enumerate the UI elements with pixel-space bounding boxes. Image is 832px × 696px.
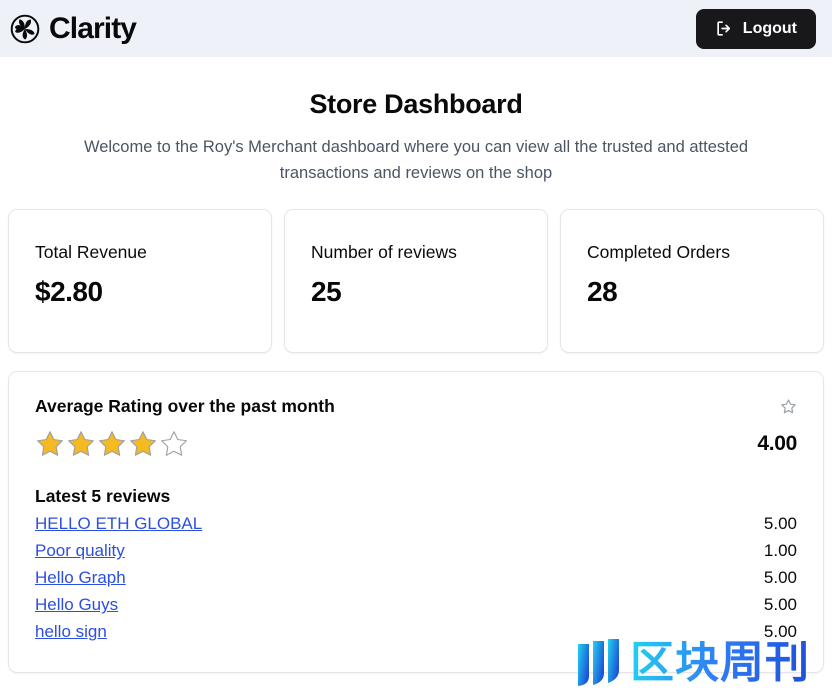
- logout-button[interactable]: Logout: [695, 8, 816, 49]
- average-rating-value: 4.00: [757, 432, 797, 456]
- star-filled-icon: [68, 431, 94, 456]
- review-score: 5.00: [763, 514, 797, 534]
- review-score: 1.00: [763, 541, 797, 561]
- review-score: 5.00: [763, 622, 797, 642]
- brand-name: Clarity: [49, 11, 137, 45]
- star-rating: [35, 429, 189, 459]
- review-link[interactable]: HELLO ETH GLOBAL: [35, 514, 202, 534]
- page-heading: Store Dashboard Welcome to the Roy's Mer…: [0, 57, 832, 186]
- stat-value: 25: [311, 276, 342, 308]
- review-link[interactable]: Poor quality: [35, 541, 125, 561]
- rating-panel: Average Rating over the past month 4.00 …: [8, 371, 824, 674]
- star-empty-icon: [161, 431, 187, 456]
- app-header: Clarity Logout: [0, 0, 832, 57]
- logout-arrow-icon: [717, 21, 730, 36]
- stat-card-number-of-reviews: Number of reviews 25: [284, 209, 548, 354]
- stats-row: Total Revenue $2.80 Number of reviews 25…: [0, 186, 832, 354]
- rating-panel-title: Average Rating over the past month: [35, 396, 335, 417]
- stat-card-total-revenue: Total Revenue $2.80: [8, 209, 272, 354]
- list-item: Hello Graph 5.00: [35, 568, 797, 588]
- brand[interactable]: Clarity: [10, 11, 137, 45]
- page-title: Store Dashboard: [309, 89, 523, 119]
- star-filled-icon: [99, 431, 125, 456]
- list-item: Hello Guys 5.00: [35, 595, 797, 615]
- list-item: HELLO ETH GLOBAL 5.00: [35, 514, 797, 534]
- list-item: Poor quality 1.00: [35, 541, 797, 561]
- review-link[interactable]: hello sign: [35, 622, 107, 642]
- spiral-pinwheel-logo-icon: [10, 14, 40, 43]
- star-outline-icon[interactable]: [780, 398, 797, 415]
- review-link[interactable]: Hello Graph: [35, 568, 126, 588]
- latest-reviews-title: Latest 5 reviews: [35, 486, 171, 507]
- review-score: 5.00: [763, 568, 797, 588]
- stat-value: $2.80: [35, 276, 103, 308]
- review-link[interactable]: Hello Guys: [35, 595, 118, 615]
- rating-panel-header: Average Rating over the past month: [35, 396, 797, 417]
- logout-label: Logout: [742, 19, 797, 37]
- rating-row: 4.00: [35, 429, 797, 459]
- star-filled-icon: [37, 431, 63, 456]
- stat-label: Completed Orders: [587, 242, 730, 263]
- stat-value: 28: [587, 276, 618, 308]
- stat-card-completed-orders: Completed Orders 28: [560, 209, 824, 354]
- stat-label: Total Revenue: [35, 242, 147, 263]
- review-score: 5.00: [763, 595, 797, 615]
- star-filled-icon: [130, 431, 156, 456]
- list-item: hello sign 5.00: [35, 622, 797, 642]
- stat-label: Number of reviews: [311, 242, 457, 263]
- page-subtitle: Welcome to the Roy's Merchant dashboard …: [83, 138, 749, 182]
